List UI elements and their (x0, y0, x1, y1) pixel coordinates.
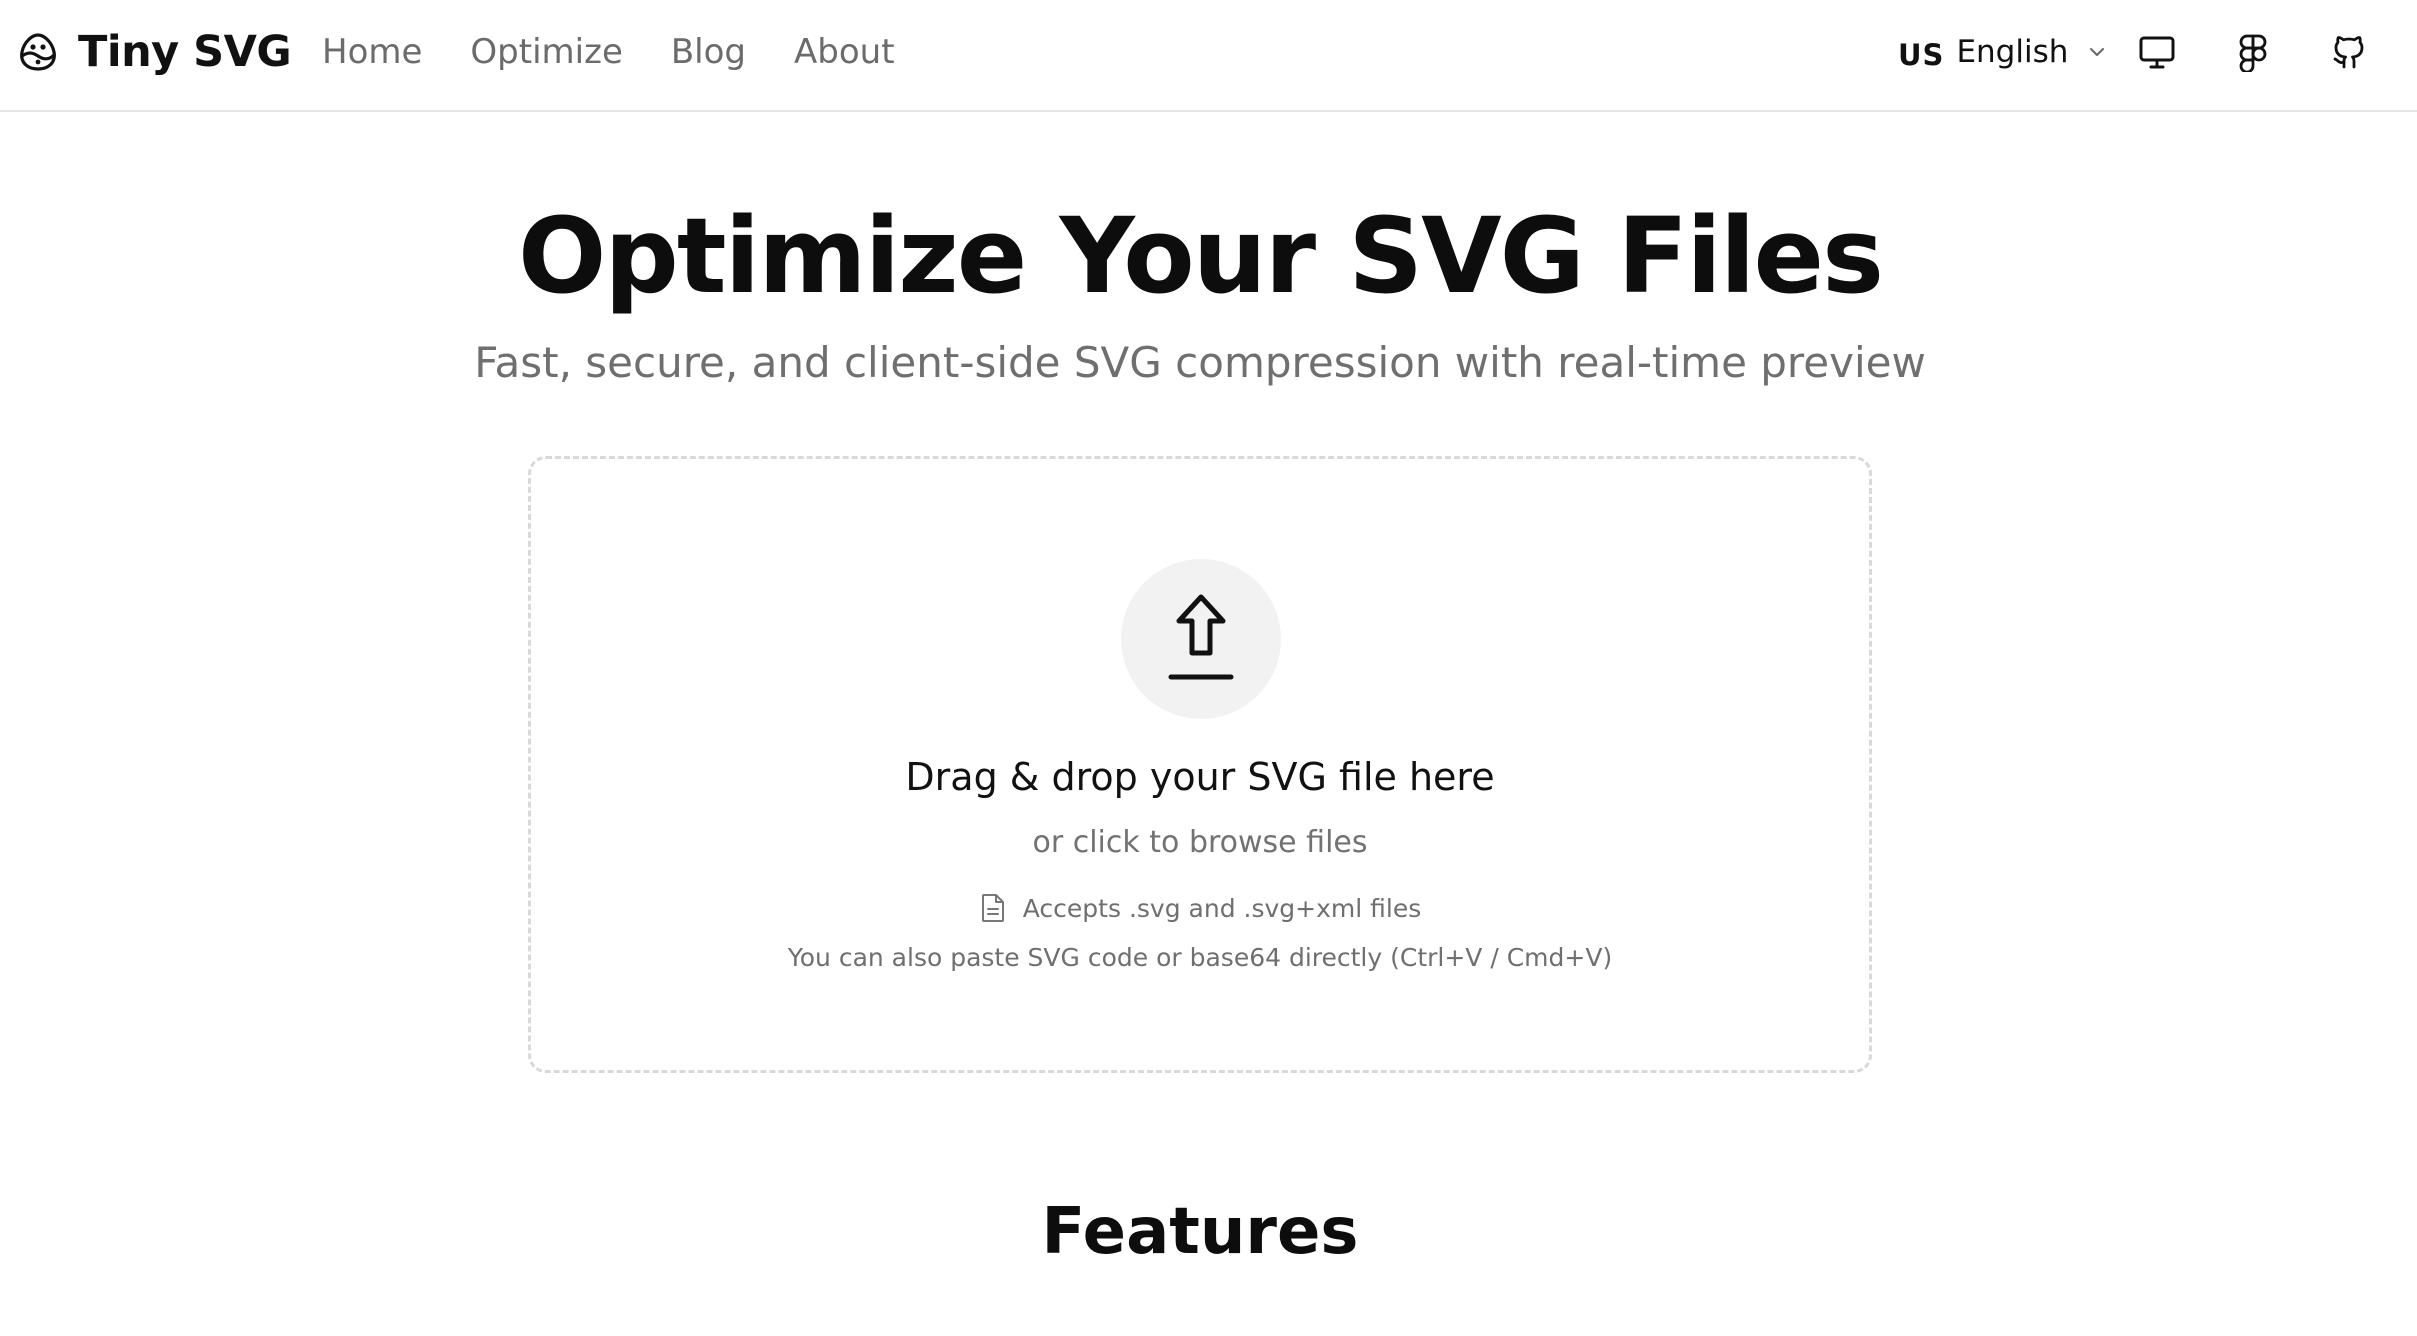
dropzone-browse-hint: or click to browse files (1032, 825, 1368, 860)
page-title: Optimize Your SVG Files (518, 195, 1884, 317)
page-subtitle: Fast, secure, and client-side SVG compre… (474, 338, 1926, 387)
main-nav: Home Optimize Blog About (322, 26, 895, 78)
figma-plugin-button[interactable] (2229, 28, 2277, 76)
accepted-formats: Accepts .svg and .svg+xml files (531, 893, 1869, 923)
github-link-button[interactable] (2325, 28, 2373, 76)
features-heading: Features (1041, 1195, 1359, 1269)
nav-link-optimize[interactable]: Optimize (470, 32, 622, 72)
monitor-icon (2139, 36, 2175, 69)
theme-toggle-button[interactable] (2133, 28, 2181, 76)
svg-dropzone[interactable]: Drag & drop your SVG file here or click … (528, 456, 1872, 1073)
upload-arrow-icon (1168, 594, 1234, 680)
dropzone-title: Drag & drop your SVG file here (905, 755, 1495, 799)
nav-link-blog[interactable]: Blog (671, 32, 746, 72)
chevron-down-icon (2090, 48, 2105, 56)
nav-link-home[interactable]: Home (322, 32, 422, 72)
brand-name: Tiny SVG (78, 27, 292, 77)
paste-hint: You can also paste SVG code or base64 di… (787, 943, 1613, 972)
nav-link-about[interactable]: About (794, 32, 895, 72)
language-selector[interactable]: US English (1898, 26, 2108, 78)
accepted-formats-text: Accepts .svg and .svg+xml files (1022, 893, 1422, 923)
language-label: English (1956, 34, 2069, 70)
top-header: Tiny SVG Home Optimize Blog About US Eng… (0, 0, 2417, 112)
tiny-svg-logo-icon (20, 33, 56, 71)
file-icon (981, 894, 1004, 922)
upload-icon-circle (1121, 559, 1281, 719)
figma-icon (2239, 34, 2267, 72)
brand-logo-link[interactable]: Tiny SVG (16, 26, 292, 78)
us-flag-icon: US (1898, 38, 1945, 72)
github-icon (2333, 36, 2364, 69)
